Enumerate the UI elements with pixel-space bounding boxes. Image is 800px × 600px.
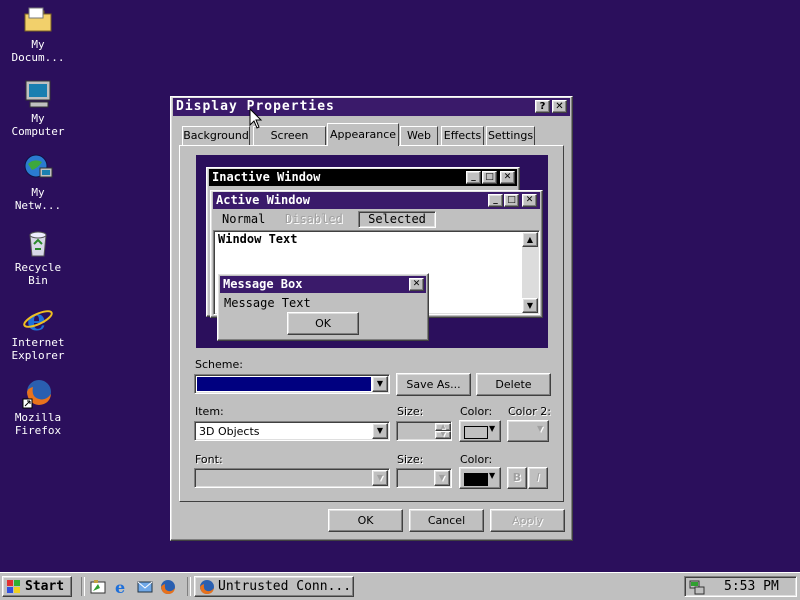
mouse-cursor-icon (249, 107, 263, 133)
close-icon: ✕ (500, 171, 515, 184)
chevron-down-icon: ▼ (489, 424, 496, 433)
close-icon: ✕ (522, 194, 537, 207)
desktop-icon-label: Computer (11, 125, 65, 138)
tab-background[interactable]: Background (182, 126, 250, 145)
cancel-button[interactable]: Cancel (409, 509, 484, 532)
size-label: Size: (397, 405, 424, 418)
show-desktop-icon[interactable] (90, 579, 106, 598)
network-tray-icon[interactable] (689, 579, 705, 598)
minimize-icon: _ (488, 194, 503, 207)
italic-button: I (528, 467, 548, 489)
preview-inactive-title: Inactive Window (212, 170, 321, 184)
font-size-label: Size: (397, 453, 424, 466)
desktop-icon-label: Mozilla (14, 411, 62, 424)
maximize-icon: □ (504, 194, 519, 207)
tab-effects[interactable]: Effects (441, 126, 484, 145)
desktop-icon-my-documents[interactable]: My Docum... (2, 4, 74, 64)
spin-up-icon: ▲ (435, 423, 451, 431)
preview-active-title: Active Window (216, 193, 310, 207)
scheme-select-value (197, 377, 371, 391)
font-select (194, 468, 390, 488)
scheme-label: Scheme: (195, 358, 243, 371)
preview-menu-selected: Selected (358, 211, 436, 228)
desktop-icon-label: Recycle (14, 261, 62, 274)
chevron-down-icon: ▼ (372, 470, 388, 486)
firefox-icon (199, 579, 215, 598)
desktop-icon-internet-explorer[interactable]: e Internet Explorer (2, 302, 74, 362)
desktop-icon-label: My (31, 112, 45, 125)
tab-screen-saver[interactable]: Screen Saver (253, 126, 326, 159)
color-label: Color: (460, 405, 493, 418)
scheme-select[interactable] (194, 374, 390, 394)
color2-picker-button: ▼ (507, 420, 549, 442)
desktop-icon-my-network[interactable]: My Netw... (2, 152, 74, 212)
desktop-icon-label: My (31, 38, 45, 51)
minimize-icon: _ (466, 171, 481, 184)
taskbar-task-button[interactable]: Untrusted Conn... (194, 576, 354, 597)
taskbar-task-label: Untrusted Conn... (218, 579, 352, 594)
color-swatch (464, 426, 488, 439)
clock[interactable]: 5:53 PM (724, 579, 779, 594)
item-select-value: 3D Objects (199, 425, 260, 438)
item-label: Item: (195, 405, 224, 418)
apply-button: Apply (490, 509, 565, 532)
delete-button[interactable]: Delete (476, 373, 551, 396)
desktop-icon-label: Firefox (14, 424, 62, 437)
color-picker-button[interactable]: ▼ (459, 420, 501, 442)
taskbar-divider (187, 577, 191, 596)
spin-down-icon: ▼ (435, 431, 451, 439)
save-as-button[interactable]: Save As... (396, 373, 471, 396)
chevron-down-icon: ▼ (489, 471, 496, 480)
tab-web[interactable]: Web (400, 126, 438, 145)
firefox-icon[interactable] (160, 579, 176, 598)
desktop-icon-mozilla-firefox[interactable]: Mozilla Firefox (2, 377, 74, 437)
network-icon (22, 152, 54, 184)
taskbar-divider (81, 577, 85, 596)
desktop-icon-label: My (31, 186, 45, 199)
desktop-icon-my-computer[interactable]: My Computer (2, 78, 74, 138)
chevron-down-icon[interactable]: ▼ (372, 376, 388, 392)
desktop-icon-label: Explorer (11, 349, 65, 362)
font-color-picker-button[interactable]: ▼ (459, 467, 501, 489)
preview-window-text: Window Text (218, 232, 298, 246)
firefox-icon (22, 377, 54, 409)
preview-msgbox-text: Message Text (224, 296, 311, 310)
preview-menu-normal: Normal (222, 212, 266, 226)
ok-button[interactable]: OK (328, 509, 403, 532)
computer-icon (22, 78, 54, 110)
windows-logo-icon (7, 580, 21, 597)
chevron-down-icon: ▼ (537, 424, 544, 433)
desktop-icon-label: Netw... (14, 199, 62, 212)
bold-button: B (507, 467, 527, 489)
svg-text:e: e (115, 579, 125, 595)
recycle-bin-icon (22, 227, 54, 259)
help-button[interactable]: ? (535, 100, 550, 113)
folder-icon (22, 4, 54, 36)
scroll-down-icon: ▼ (522, 298, 538, 313)
maximize-icon: □ (482, 171, 497, 184)
color2-label: Color 2: (508, 405, 551, 418)
preview-msgbox-title: Message Box (223, 277, 303, 291)
start-button[interactable]: Start (2, 576, 72, 597)
start-label: Start (25, 579, 65, 594)
chevron-down-icon: ▼ (434, 470, 450, 486)
desktop-icon-label: Internet (11, 336, 65, 349)
desktop-icon-label: Docum... (11, 51, 65, 64)
font-label: Font: (195, 453, 223, 466)
close-icon: ✕ (409, 278, 424, 291)
tab-appearance[interactable]: Appearance (327, 123, 399, 146)
preview-msgbox-ok-button: OK (287, 312, 359, 335)
desktop-icon-recycle-bin[interactable]: Recycle Bin (2, 227, 74, 287)
chevron-down-icon[interactable]: ▼ (372, 423, 388, 439)
close-button[interactable]: ✕ (552, 100, 567, 113)
color-swatch (464, 473, 488, 486)
internet-explorer-icon[interactable]: e (114, 578, 130, 598)
desktop-icon-label: Bin (28, 274, 48, 287)
font-color-label: Color: (460, 453, 493, 466)
scroll-up-icon: ▲ (522, 232, 538, 247)
preview-menu-disabled: Disabled (285, 212, 343, 226)
outlook-icon[interactable] (137, 579, 153, 598)
internet-explorer-icon: e (22, 302, 54, 338)
tab-settings[interactable]: Settings (486, 126, 535, 145)
